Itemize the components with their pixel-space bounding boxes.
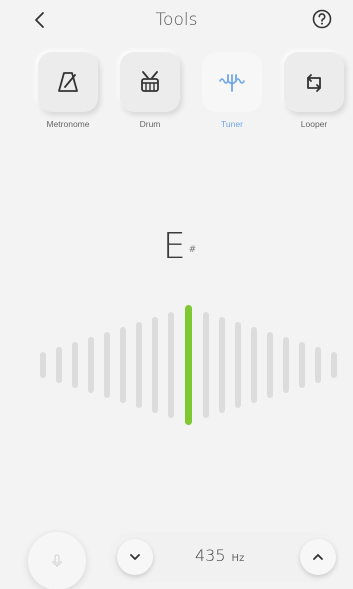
looper-icon <box>307 74 321 92</box>
tuning-meter <box>0 290 353 440</box>
bottom-controls <box>0 520 353 589</box>
tuning-needle <box>185 305 192 425</box>
tool-label: Looper <box>300 119 328 129</box>
header: Tools <box>0 0 353 40</box>
drum-icon <box>141 71 159 92</box>
meter-bar <box>56 347 62 383</box>
mic-button[interactable] <box>28 532 86 589</box>
meter-bar <box>267 332 273 398</box>
meter-bar <box>251 327 257 403</box>
note-accidental: # <box>188 244 197 255</box>
page-title: Tools <box>155 10 198 30</box>
note-letter: E <box>162 226 186 267</box>
meter-bar <box>168 312 174 418</box>
meter-bar <box>152 317 158 413</box>
tool-looper-tile[interactable] <box>284 52 344 112</box>
meter-bar <box>203 312 209 418</box>
meter-bar <box>331 352 337 378</box>
tool-metronome-tile[interactable] <box>38 52 98 112</box>
tool-label: Tuner <box>221 119 243 129</box>
meter-bar <box>283 337 289 393</box>
pitch-unit: Hz <box>231 553 245 564</box>
note-display: E # <box>0 226 353 270</box>
meter-bar <box>315 347 321 383</box>
meter-bar <box>72 342 78 388</box>
metronome-icon <box>58 72 78 92</box>
meter-bar <box>219 317 225 413</box>
reference-pitch: 435 Hz <box>195 546 244 566</box>
meter-bar <box>120 327 126 403</box>
tool-drum-tile[interactable] <box>120 52 180 112</box>
meter-bar <box>235 322 241 408</box>
chevron-down-icon <box>130 554 140 560</box>
tool-label: Metronome <box>46 119 90 129</box>
tool-looper[interactable]: Looper <box>284 52 344 129</box>
tool-metronome[interactable]: Metronome <box>38 52 98 129</box>
meter-bar <box>136 322 142 408</box>
meter-bar <box>40 352 46 378</box>
tool-drum[interactable]: Drum <box>120 52 180 129</box>
tuner-icon <box>219 74 245 92</box>
pitch-down-button[interactable] <box>117 539 153 575</box>
chevron-up-icon <box>313 554 323 560</box>
meter-bar <box>299 342 305 388</box>
tool-tuner[interactable]: Tuner <box>202 52 262 129</box>
tool-tuner-tile[interactable] <box>202 52 262 112</box>
mic-icon <box>52 554 62 567</box>
meter-bar <box>104 332 110 398</box>
pitch-up-button[interactable] <box>300 539 336 575</box>
tool-label: Drum <box>139 119 161 129</box>
help-icon[interactable] <box>311 8 333 30</box>
pitch-value: 435 <box>195 546 226 565</box>
meter-bar <box>88 337 94 393</box>
